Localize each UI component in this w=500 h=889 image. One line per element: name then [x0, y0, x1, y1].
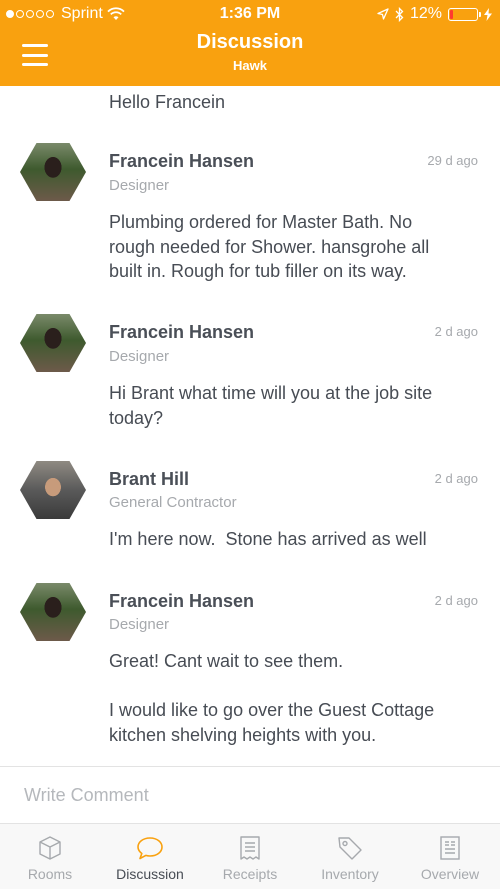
tab-label: Receipts: [222, 866, 278, 882]
tag-icon: [338, 837, 362, 860]
message-line: today?: [109, 407, 164, 428]
tab-label: Rooms: [27, 866, 73, 882]
author-name[interactable]: Brant Hill: [109, 469, 189, 490]
tab-discussion[interactable]: Discussion: [100, 824, 200, 889]
message-line: Plumbing ordered for Master Bath. No: [109, 212, 413, 232]
avatar[interactable]: [20, 314, 86, 372]
page-title: Discussion: [196, 31, 304, 53]
status-bar: Sprint 1:36 PM 12%: [0, 0, 500, 28]
post-message: I'm here now. Stone has arrived as well: [109, 527, 479, 552]
post-time: 2 d ago: [434, 324, 478, 339]
charging-bolt-icon: [484, 7, 492, 21]
message-line: I'm here now. Stone has arrived as well: [109, 529, 427, 549]
bluetooth-icon: [395, 6, 404, 22]
tab-label: Discussion: [116, 866, 184, 882]
tab-inventory[interactable]: Inventory: [300, 824, 400, 889]
avatar[interactable]: [20, 143, 86, 201]
cube-icon: [39, 836, 61, 860]
message-line: Hi Brant what time will you at the job s…: [109, 383, 433, 403]
location-arrow-icon: [377, 8, 389, 20]
message-line: kitchen shelving heights with you.: [109, 724, 377, 745]
app-header: Sprint 1:36 PM 12% Discussion Hawk: [0, 0, 500, 86]
message-line: I would like to go over the Guest Cottag…: [109, 700, 435, 720]
message-line: rough needed for Shower. hansgrohe all: [109, 236, 430, 257]
message-line: [109, 674, 479, 699]
post-time: 29 d ago: [427, 153, 478, 168]
status-right: 12%: [377, 5, 492, 23]
receipt-icon: [240, 836, 260, 860]
document-icon: [440, 836, 460, 860]
chat-bubble-icon: [137, 837, 163, 860]
author-role: Designer: [109, 348, 170, 365]
author-role: General Contractor: [109, 494, 237, 511]
author-role: Designer: [109, 177, 170, 194]
tab-label: Overview: [420, 866, 480, 882]
post-time: 2 d ago: [434, 471, 478, 486]
avatar[interactable]: [20, 583, 86, 641]
post-message: Plumbing ordered for Master Bath. No rou…: [109, 210, 479, 284]
author-name[interactable]: Francein Hansen: [109, 151, 254, 172]
tab-overview[interactable]: Overview: [400, 824, 500, 889]
previous-message-text: Hello Francein: [109, 92, 226, 112]
post-message: Great! Cant wait to see them. I would li…: [109, 649, 479, 747]
discussion-feed[interactable]: Hello Francein Francein Hansen Designer …: [0, 86, 500, 766]
message-line: built in. Rough for tub filler on its wa…: [109, 261, 407, 281]
author-name[interactable]: Francein Hansen: [109, 322, 254, 343]
author-name[interactable]: Francein Hansen: [109, 591, 254, 612]
battery-icon: [448, 7, 481, 21]
author-role: Designer: [109, 616, 170, 633]
page-subtitle: Hawk: [233, 58, 267, 73]
tab-rooms[interactable]: Rooms: [0, 824, 100, 889]
battery-percent: 12%: [409, 5, 442, 22]
message-line: Great! Cant wait to see them.: [109, 651, 344, 671]
comment-input[interactable]: [0, 767, 500, 823]
post-time: 2 d ago: [434, 593, 478, 608]
bottom-tab-bar: Rooms Discussion Receipts Inventory Over…: [0, 824, 500, 889]
battery-level: [450, 9, 454, 19]
tab-label: Inventory: [321, 866, 379, 882]
avatar[interactable]: [20, 461, 86, 519]
post-message: Hi Brant what time will you at the job s…: [109, 381, 479, 430]
comment-composer: [0, 766, 500, 824]
tab-receipts[interactable]: Receipts: [200, 824, 300, 889]
